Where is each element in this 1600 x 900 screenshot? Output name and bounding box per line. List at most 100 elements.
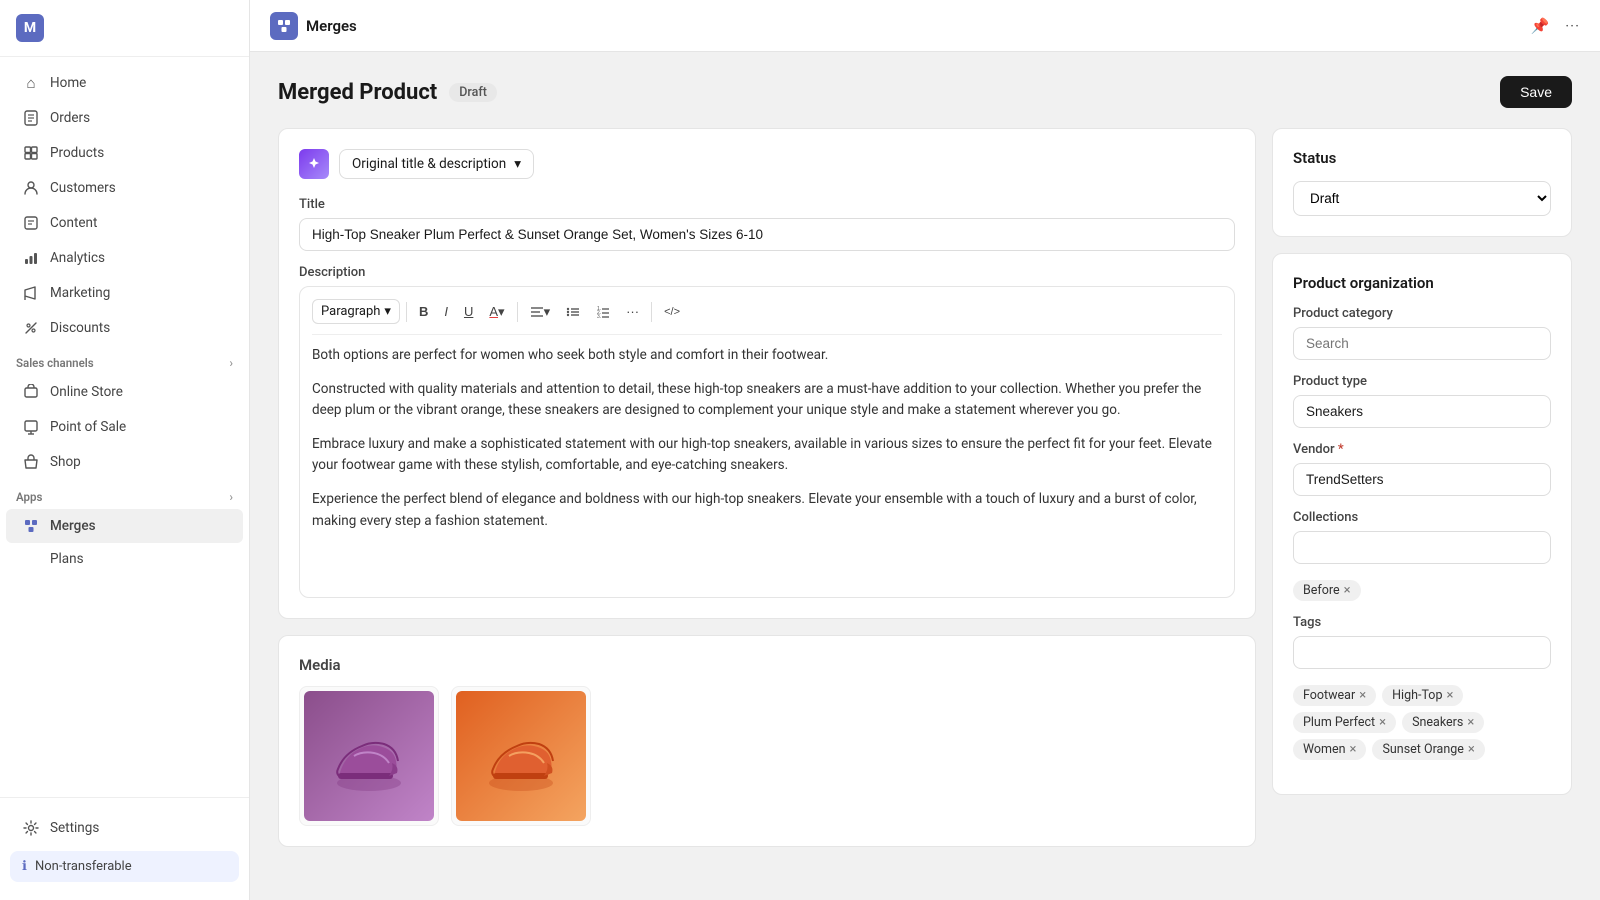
tags-input[interactable] <box>1293 636 1551 669</box>
ai-icon <box>299 149 329 179</box>
product-details-card: Original title & description ▾ Title Des… <box>278 128 1256 619</box>
description-toolbar: Paragraph ▾ B I U A ▾ <box>312 299 1222 335</box>
sidebar-item-analytics[interactable]: Analytics <box>6 241 243 275</box>
description-label: Description <box>299 265 1235 280</box>
media-grid <box>299 686 1235 826</box>
sidebar-item-marketing-label: Marketing <box>50 285 110 301</box>
sidebar-item-merges[interactable]: Merges <box>6 509 243 543</box>
sidebar-item-pos[interactable]: Point of Sale <box>6 410 243 444</box>
more-options-button[interactable]: ··· <box>620 300 645 323</box>
underline-button[interactable]: U <box>458 300 479 323</box>
pos-icon <box>22 418 40 436</box>
status-select[interactable]: Draft Active <box>1293 181 1551 216</box>
sidebar-item-plans[interactable]: Plans <box>6 544 243 574</box>
align-button[interactable]: ▾ <box>524 300 557 324</box>
product-category-input[interactable] <box>1293 327 1551 360</box>
non-transferable-badge: ℹ Non-transferable <box>10 851 239 882</box>
paragraph-label: Paragraph <box>321 304 380 319</box>
text-color-button[interactable]: A ▾ <box>483 300 510 324</box>
shop-icon <box>22 453 40 471</box>
vendor-input[interactable] <box>1293 463 1551 496</box>
discounts-icon <box>22 319 40 337</box>
tag-women-remove-icon[interactable]: × <box>1350 743 1357 756</box>
top-bar: Merges 📌 ··· <box>250 0 1600 52</box>
collections-input[interactable] <box>1293 531 1551 564</box>
sidebar-bottom: Settings ℹ Non-transferable <box>0 797 249 900</box>
sidebar-item-discounts[interactable]: Discounts <box>6 311 243 345</box>
sidebar-item-home[interactable]: ⌂ Home <box>6 66 243 100</box>
title-field: Title <box>299 197 1235 251</box>
sidebar-item-home-label: Home <box>50 75 86 91</box>
analytics-icon <box>22 249 40 267</box>
sales-channels-section: Sales channels › <box>0 346 249 374</box>
non-transferable-label: Non-transferable <box>35 859 132 874</box>
vendor-field: Vendor * <box>1293 442 1551 496</box>
sidebar-item-shop-label: Shop <box>50 454 81 470</box>
ai-dropdown[interactable]: Original title & description ▾ <box>339 149 534 179</box>
sidebar-item-content-label: Content <box>50 215 97 231</box>
status-title: Status <box>1293 149 1551 167</box>
sidebar-item-customers-label: Customers <box>50 180 116 196</box>
save-button[interactable]: Save <box>1500 76 1572 108</box>
tag-plum-perfect-remove-icon[interactable]: × <box>1379 716 1386 729</box>
status-card: Status Draft Active <box>1272 128 1572 237</box>
tag-sneakers-remove-icon[interactable]: × <box>1467 716 1474 729</box>
shoe-orange-image <box>456 691 586 821</box>
ordered-list-button[interactable]: 1.2.3. <box>590 301 616 323</box>
pin-icon[interactable]: 📌 <box>1531 17 1550 35</box>
sidebar-item-orders[interactable]: Orders <box>6 101 243 135</box>
home-icon: ⌂ <box>22 74 40 92</box>
description-para-1: Both options are perfect for women who s… <box>312 345 1222 367</box>
sidebar-logo[interactable]: M <box>0 0 249 57</box>
bold-button[interactable]: B <box>413 300 434 323</box>
page-header-left: Merged Product Draft <box>278 80 497 105</box>
sidebar-item-marketing[interactable]: Marketing <box>6 276 243 310</box>
page-header: Merged Product Draft Save <box>278 76 1572 108</box>
tag-high-top-remove-icon[interactable]: × <box>1446 689 1453 702</box>
description-field: Description Paragraph ▾ B I U <box>299 265 1235 598</box>
paragraph-select[interactable]: Paragraph ▾ <box>312 299 400 324</box>
sidebar-item-analytics-label: Analytics <box>50 250 105 266</box>
sidebar-item-discounts-label: Discounts <box>50 320 110 336</box>
online-store-icon <box>22 383 40 401</box>
sidebar-item-customers[interactable]: Customers <box>6 171 243 205</box>
sidebar-item-online-store[interactable]: Online Store <box>6 375 243 409</box>
italic-button[interactable]: I <box>438 300 454 323</box>
sidebar-item-shop[interactable]: Shop <box>6 445 243 479</box>
collection-tag-before: Before × <box>1293 580 1361 601</box>
media-card: Media <box>278 635 1256 847</box>
product-org-card: Product organization Product category Pr… <box>1272 253 1572 795</box>
top-bar-right: 📌 ··· <box>1531 17 1580 35</box>
text-color-label: A <box>489 304 498 319</box>
content-icon <box>22 214 40 232</box>
tag-footwear-remove-icon[interactable]: × <box>1359 689 1366 702</box>
description-content[interactable]: Both options are perfect for women who s… <box>312 345 1222 585</box>
tag-women: Women × <box>1293 739 1366 760</box>
merges-icon <box>22 517 40 535</box>
shoe-purple-image <box>304 691 434 821</box>
title-input[interactable] <box>299 218 1235 251</box>
sidebar-item-content[interactable]: Content <box>6 206 243 240</box>
sidebar-item-orders-label: Orders <box>50 110 90 126</box>
product-type-input[interactable] <box>1293 395 1551 428</box>
main-column: Original title & description ▾ Title Des… <box>278 128 1256 847</box>
toolbar-divider-3 <box>651 302 652 322</box>
collection-tag-remove-icon[interactable]: × <box>1344 584 1351 597</box>
sales-channels-expand-icon[interactable]: › <box>229 356 233 370</box>
bullet-list-button[interactable] <box>560 301 586 323</box>
media-item-purple <box>299 686 439 826</box>
code-button[interactable]: </> <box>658 302 686 322</box>
tags-label: Tags <box>1293 615 1551 630</box>
sidebar-item-products-label: Products <box>50 145 104 161</box>
ai-dropdown-label: Original title & description <box>352 156 506 172</box>
description-para-3: Embrace luxury and make a sophisticated … <box>312 434 1222 477</box>
apps-section: Apps › <box>0 480 249 508</box>
sidebar-item-products[interactable]: Products <box>6 136 243 170</box>
apps-expand-icon[interactable]: › <box>229 490 233 504</box>
tag-sunset-orange-remove-icon[interactable]: × <box>1468 743 1475 756</box>
sidebar-item-settings[interactable]: Settings <box>6 811 243 845</box>
draft-badge: Draft <box>449 83 497 102</box>
marketing-icon <box>22 284 40 302</box>
vendor-label: Vendor * <box>1293 442 1551 457</box>
more-options-icon[interactable]: ··· <box>1565 17 1580 35</box>
